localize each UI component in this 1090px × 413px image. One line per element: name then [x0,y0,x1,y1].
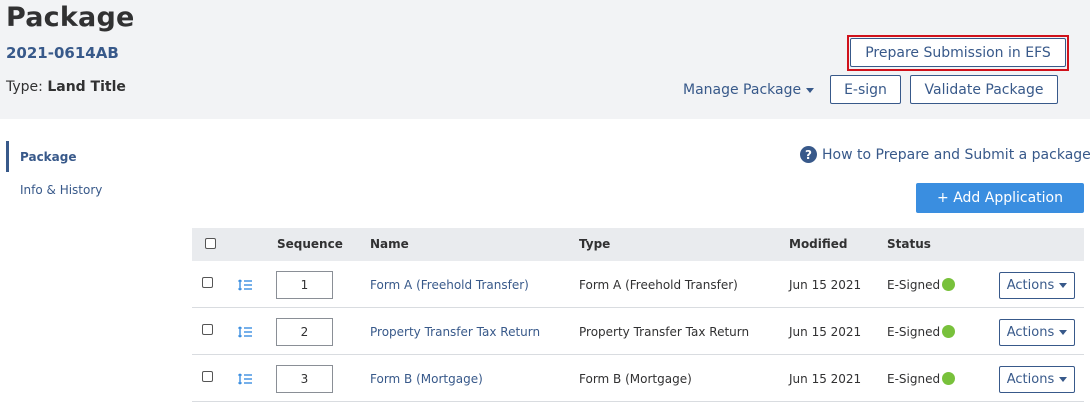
status-dot-icon [942,278,956,291]
page-title: Package [6,2,135,33]
application-type: Form A (Freehold Transfer) [579,278,738,292]
application-name-link[interactable]: Form A (Freehold Transfer) [370,278,529,292]
table-header: Sequence Name Type Modified Status [192,228,1084,261]
table-row: 3 Form B (Mortgage) Form B (Mortgage) Ju… [192,355,1084,402]
actions-dropdown[interactable]: Actions [999,272,1075,299]
manage-package-label: Manage Package [683,82,802,98]
table-row: 1 Form A (Freehold Transfer) Form A (Fre… [192,261,1084,308]
actions-dropdown[interactable]: Actions [999,319,1075,346]
package-number: 2021-0614AB [6,44,119,62]
status-dot-icon [942,372,956,385]
column-name: Name [370,237,409,251]
sequence-input[interactable]: 3 [276,365,333,393]
package-header: Package 2021-0614AB Type: Land Title Pre… [0,0,1090,119]
reorder-list-icon[interactable] [238,326,252,338]
package-type-label: Type: [6,79,48,95]
row-checkbox[interactable] [202,277,213,288]
status-badge: E-Signed [887,372,956,386]
status-label: E-Signed [887,278,941,292]
column-type: Type [579,237,611,251]
reorder-list-icon[interactable] [238,373,252,385]
status-label: E-Signed [887,372,941,386]
esign-button[interactable]: E-sign [830,75,901,104]
caret-down-icon [1059,283,1068,288]
actions-dropdown[interactable]: Actions [999,366,1075,393]
add-application-button[interactable]: + Add Application [916,183,1084,213]
table-row: 2 Property Transfer Tax Return Property … [192,308,1084,355]
actions-label: Actions [1006,372,1055,387]
select-all-checkbox[interactable] [205,238,216,249]
modified-date: Jun 15 2021 [789,325,862,339]
prepare-submission-button[interactable]: Prepare Submission in EFS [850,38,1066,67]
status-badge: E-Signed [887,325,956,339]
application-name-link[interactable]: Property Transfer Tax Return [370,325,540,339]
caret-down-icon [1059,330,1068,335]
column-sequence: Sequence [277,237,343,251]
actions-label: Actions [1006,278,1055,293]
caret-down-icon [1059,377,1068,382]
sidebar-item-info-history[interactable]: Info & History [20,183,102,197]
question-circle-icon: ? [800,146,817,163]
reorder-list-icon[interactable] [238,279,252,291]
status-label: E-Signed [887,325,941,339]
manage-package-dropdown[interactable]: Manage Package [683,80,815,100]
package-type-value: Land Title [47,79,126,95]
applications-table: Sequence Name Type Modified Status 1 For… [192,228,1084,402]
application-type: Form B (Mortgage) [579,372,692,386]
help-link-label: How to Prepare and Submit a package? [822,146,1090,163]
package-type: Type: Land Title [6,79,126,95]
column-status: Status [887,237,931,251]
row-checkbox[interactable] [202,324,213,335]
column-modified: Modified [789,237,848,251]
sequence-input[interactable]: 1 [276,271,333,299]
sequence-input[interactable]: 2 [276,318,333,346]
caret-down-icon [806,87,815,93]
validate-package-button[interactable]: Validate Package [910,75,1058,104]
application-name-link[interactable]: Form B (Mortgage) [370,372,483,386]
sidebar-item-package[interactable]: Package [20,150,77,164]
help-link[interactable]: ? How to Prepare and Submit a package? [800,146,1090,163]
modified-date: Jun 15 2021 [789,372,862,386]
sidebar-active-indicator [6,141,9,172]
status-dot-icon [942,325,956,338]
row-checkbox[interactable] [202,371,213,382]
actions-label: Actions [1006,325,1055,340]
status-badge: E-Signed [887,278,956,292]
modified-date: Jun 15 2021 [789,278,862,292]
application-type: Property Transfer Tax Return [579,325,750,339]
